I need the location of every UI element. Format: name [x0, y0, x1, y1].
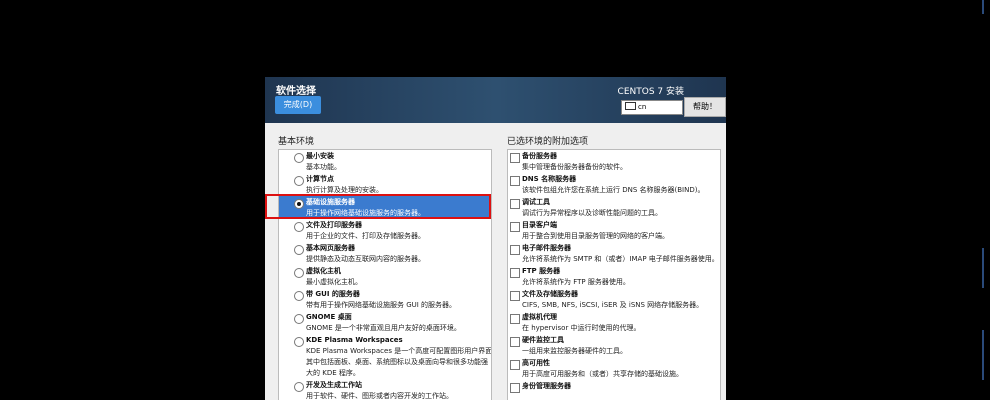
checkbox[interactable] [510, 314, 520, 324]
addon-item-high-availability[interactable]: 高可用性用于高度可用服务和（或者）共享存储的基础设施。 [508, 357, 720, 380]
env-item-file-print-server[interactable]: 文件及打印服务器用于企业的文件、打印及存储服务器。 [279, 219, 491, 242]
page-title: 软件选择 [276, 86, 316, 97]
item-title: 开发及生成工作站 [306, 381, 362, 389]
software-selection-window: 软件选择 完成(D) CENTOS 7 安装 cn 帮助！ 基本环境 已选环境的… [265, 77, 726, 400]
item-description: 用于软件、硬件、图形或者内容开发的工作站。 [306, 392, 453, 400]
done-button[interactable]: 完成(D) [275, 96, 321, 114]
keyboard-icon [625, 102, 636, 110]
item-title: DNS 名称服务器 [522, 175, 577, 183]
radio-button[interactable] [294, 291, 304, 301]
item-title: GNOME 桌面 [306, 313, 352, 321]
item-title: 文件及存储服务器 [522, 290, 578, 298]
addon-item-hardware-monitoring[interactable]: 硬件监控工具一组用来监控服务器硬件的工具。 [508, 334, 720, 357]
item-description: 用于高度可用服务和（或者）共享存储的基础设施。 [522, 370, 683, 378]
item-title: 调试工具 [522, 198, 550, 206]
base-environment-list: 最小安装 基本功能。 计算节点 执行计算及处理的安装。 基础设施服务器 用于操作网络基… [278, 149, 492, 400]
item-description: 该软件包组允许您在系统上运行 DNS 名称服务器(BIND)。 [522, 186, 705, 194]
item-description: 允许将系统作为 SMTP 和（或者）IMAP 电子邮件服务器使用。 [522, 255, 719, 263]
item-description: 调试行为异常程序以及诊断性能问题的工具。 [522, 209, 662, 217]
item-title: 虚拟化主机 [306, 267, 341, 275]
item-title: 目录客户端 [522, 221, 557, 229]
item-title: 备份服务器 [522, 152, 557, 160]
item-title: 电子邮件服务器 [522, 244, 571, 252]
base-environment-heading: 基本环境 [278, 137, 315, 147]
item-description: 集中管理备份服务器备份的软件。 [522, 163, 627, 171]
checkbox[interactable] [510, 222, 520, 232]
background-edge-mark [982, 330, 984, 380]
checkbox[interactable] [510, 176, 520, 186]
item-description: 基本功能。 [306, 163, 341, 171]
checkbox[interactable] [510, 245, 520, 255]
checkbox[interactable] [510, 153, 520, 163]
item-title: 虚拟机代理 [522, 313, 557, 321]
radio-button[interactable] [294, 382, 304, 392]
env-item-virtualization-host[interactable]: 虚拟化主机最小虚拟化主机。 [279, 265, 491, 288]
env-item-gnome-desktop[interactable]: GNOME 桌面 GNOME 是一个非常直观且用户友好的桌面环境。 [279, 311, 491, 334]
checkbox[interactable] [510, 199, 520, 209]
checkbox[interactable] [510, 291, 520, 301]
addon-item-file-storage-server[interactable]: 文件及存储服务器 CIFS, SMB, NFS, iSCSI, iSER 及 iS… [508, 288, 720, 311]
item-description: 允许将系统作为 FTP 服务器使用。 [522, 278, 630, 286]
item-description: GNOME 是一个非常直观且用户友好的桌面环境。 [306, 324, 461, 332]
item-title: 计算节点 [306, 175, 334, 183]
item-title: 身份管理服务器 [522, 382, 571, 390]
radio-button[interactable] [294, 314, 304, 324]
product-title: CENTOS 7 安装 [617, 87, 684, 97]
background-edge-mark [982, 248, 984, 288]
addon-item-email-server[interactable]: 电子邮件服务器允许将系统作为 SMTP 和（或者）IMAP 电子邮件服务器使用。 [508, 242, 720, 265]
checkbox[interactable] [510, 268, 520, 278]
addon-item-debugging-tools[interactable]: 调试工具调试行为异常程序以及诊断性能问题的工具。 [508, 196, 720, 219]
env-item-kde-plasma[interactable]: KDE Plasma Workspaces KDE Plasma Workspac… [279, 334, 491, 379]
radio-button[interactable] [294, 222, 304, 232]
help-button[interactable]: 帮助！ [684, 97, 726, 117]
checkbox[interactable] [510, 360, 520, 370]
item-description: 大的 KDE 程序。 [306, 369, 360, 377]
item-title: KDE Plasma Workspaces [306, 336, 403, 344]
item-description: 最小虚拟化主机。 [306, 278, 362, 286]
header-bar: 软件选择 完成(D) CENTOS 7 安装 cn 帮助！ [265, 77, 726, 123]
addon-item-guest-agents[interactable]: 虚拟机代理在 hypervisor 中运行时使用的代理。 [508, 311, 720, 334]
radio-button[interactable] [294, 153, 304, 163]
keyboard-layout-label: cn [638, 103, 647, 111]
addon-item-dns-server[interactable]: DNS 名称服务器该软件包组允许您在系统上运行 DNS 名称服务器(BIND)。 [508, 173, 720, 196]
radio-button[interactable] [294, 245, 304, 255]
item-description: 用于企业的文件、打印及存储服务器。 [306, 232, 425, 240]
item-title: 基本网页服务器 [306, 244, 355, 252]
item-description: 一组用来监控服务器硬件的工具。 [522, 347, 627, 355]
keyboard-layout-indicator[interactable]: cn [621, 100, 683, 115]
checkbox[interactable] [510, 337, 520, 347]
item-title: 最小安装 [306, 152, 334, 160]
item-title: 文件及打印服务器 [306, 221, 362, 229]
item-description: 带有用于操作网络基础设施服务 GUI 的服务器。 [306, 301, 457, 309]
item-title: 带 GUI 的服务器 [306, 290, 360, 298]
item-description: KDE Plasma Workspaces 是一个高度可配置图形用户界面， [306, 347, 492, 355]
env-item-compute-node[interactable]: 计算节点 执行计算及处理的安装。 [279, 173, 491, 196]
radio-button[interactable] [294, 176, 304, 186]
item-title: 高可用性 [522, 359, 550, 367]
env-item-server-with-gui[interactable]: 带 GUI 的服务器带有用于操作网络基础设施服务 GUI 的服务器。 [279, 288, 491, 311]
item-description: 用于整合到使用目录服务管理的网络的客户端。 [522, 232, 669, 240]
item-description: CIFS, SMB, NFS, iSCSI, iSER 及 iSNS 网络存储服… [522, 301, 704, 309]
addon-item-ftp-server[interactable]: FTP 服务器允许将系统作为 FTP 服务器使用。 [508, 265, 720, 288]
addons-list: 备份服务器集中管理备份服务器备份的软件。 DNS 名称服务器该软件包组允许您在系… [507, 149, 721, 400]
radio-button[interactable] [294, 268, 304, 278]
item-title: FTP 服务器 [522, 267, 561, 275]
background-edge-mark [982, 0, 984, 14]
item-description: 在 hypervisor 中运行时使用的代理。 [522, 324, 641, 332]
addon-item-identity-management[interactable]: 身份管理服务器 [508, 380, 720, 400]
env-item-web-server[interactable]: 基本网页服务器提供静态及动态互联网内容的服务器。 [279, 242, 491, 265]
item-description: 提供静态及动态互联网内容的服务器。 [306, 255, 425, 263]
addon-item-backup-server[interactable]: 备份服务器集中管理备份服务器备份的软件。 [508, 150, 720, 173]
env-item-minimal[interactable]: 最小安装 基本功能。 [279, 150, 491, 173]
item-title: 硬件监控工具 [522, 336, 564, 344]
addon-item-directory-client[interactable]: 目录客户端用于整合到使用目录服务管理的网络的客户端。 [508, 219, 720, 242]
highlight-annotation-box [265, 194, 491, 219]
checkbox[interactable] [510, 383, 520, 393]
radio-button[interactable] [294, 337, 304, 347]
addons-heading: 已选环境的附加选项 [507, 137, 589, 147]
env-item-dev-workstation[interactable]: 开发及生成工作站用于软件、硬件、图形或者内容开发的工作站。 [279, 379, 491, 400]
item-description: 其中包括面板、桌面、系统图标以及桌面向导和很多功能强 [306, 358, 488, 366]
